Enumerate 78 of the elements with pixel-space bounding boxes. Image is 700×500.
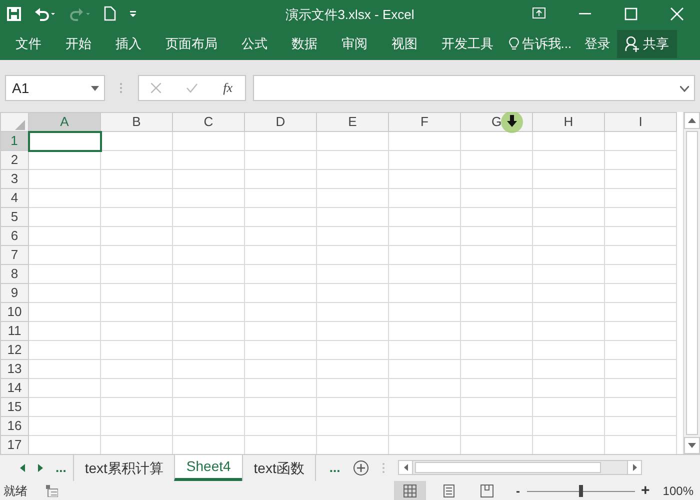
ribbon-tab[interactable]: 视图 (379, 27, 430, 60)
cursor-icon (500, 112, 524, 134)
normal-view-icon (403, 484, 418, 498)
scroll-right-icon[interactable] (38, 464, 42, 472)
ribbon-tab[interactable]: 数据 (279, 27, 330, 60)
row-header[interactable]: 12 (0, 340, 28, 360)
column-header[interactable]: F (388, 112, 460, 132)
column-header[interactable]: E (316, 112, 388, 132)
ribbon-tab[interactable]: 插入 (103, 27, 154, 60)
ribbon-tab[interactable]: 文件 (3, 27, 54, 60)
ribbon-display-icon[interactable] (532, 6, 546, 20)
column-header[interactable]: D (244, 112, 316, 132)
add-sheet-icon[interactable] (353, 460, 370, 476)
row-header[interactable]: 11 (0, 322, 28, 340)
row-header[interactable]: 17 (0, 436, 28, 454)
macro-record-icon[interactable] (46, 485, 58, 497)
ribbon-tab[interactable]: 审阅 (329, 27, 380, 60)
scroll-right-icon[interactable] (632, 464, 637, 471)
column-header[interactable]: C (172, 112, 244, 132)
customize-menu-icon[interactable] (128, 8, 136, 18)
lightbulb-icon (508, 36, 518, 50)
row-header[interactable]: 4 (0, 188, 28, 208)
row-header[interactable]: 14 (0, 378, 28, 398)
new-file-icon[interactable] (104, 6, 116, 21)
zoom-slider-thumb[interactable] (578, 485, 583, 497)
row-header[interactable]: 7 (0, 246, 28, 264)
person-icon (625, 36, 640, 52)
grip-icon (119, 82, 123, 94)
zoom-level-button[interactable]: 100% (662, 482, 694, 500)
save-icon[interactable] (6, 6, 20, 20)
zoom-in-button[interactable]: + (641, 480, 650, 500)
share-button[interactable]: 共享 (617, 30, 678, 58)
more-sheets-link[interactable]: ... (329, 458, 340, 478)
sheet-tab[interactable]: Sheet4 (174, 455, 242, 481)
horizontal-scrollbar[interactable] (398, 460, 642, 475)
tell-me-search[interactable]: 告诉我... (522, 34, 572, 54)
row-header[interactable]: 2 (0, 150, 28, 170)
view-button[interactable] (394, 481, 426, 500)
ribbon-tab[interactable]: 公式 (229, 27, 280, 60)
row-header[interactable]: 6 (0, 226, 28, 246)
column-header[interactable]: A (28, 112, 100, 132)
close-icon[interactable] (670, 6, 684, 20)
page-layout-icon (442, 484, 456, 498)
dropdown-arrow-icon[interactable] (91, 86, 99, 90)
sign-in-link[interactable]: 登录 (584, 34, 611, 54)
scroll-down-icon[interactable] (688, 443, 696, 448)
scroll-up-icon[interactable] (688, 118, 696, 123)
splitter-handle-icon[interactable] (382, 462, 386, 474)
row-header[interactable]: 8 (0, 264, 28, 284)
zoom-out-button[interactable]: - (516, 482, 520, 500)
row-header[interactable]: 9 (0, 284, 28, 302)
more-sheets-link[interactable]: ... (56, 458, 66, 478)
column-header[interactable]: B (100, 112, 172, 132)
row-header[interactable]: 16 (0, 416, 28, 436)
column-header[interactable]: H (532, 112, 604, 132)
formula-input[interactable] (252, 75, 695, 101)
active-cell[interactable] (28, 132, 100, 150)
vertical-scrollbar[interactable] (683, 112, 700, 454)
scroll-left-icon[interactable] (20, 464, 24, 472)
row-header[interactable]: 1 (0, 132, 28, 150)
row-header[interactable]: 3 (0, 170, 28, 188)
insert-function-button[interactable]: fx (223, 78, 233, 98)
row-header[interactable]: 13 (0, 360, 28, 378)
ribbon-tab[interactable]: 开发工具 (429, 27, 506, 60)
maximize-icon[interactable] (624, 6, 638, 20)
status-text: 就绪 (2, 483, 28, 500)
name-box[interactable]: A1 (5, 75, 105, 101)
scroll-left-icon[interactable] (404, 464, 408, 471)
window-title: 演示文件3.xlsx - Excel (284, 6, 416, 24)
row-header[interactable]: 10 (0, 302, 28, 322)
column-header[interactable]: I (604, 112, 676, 132)
page-break-icon (480, 484, 494, 498)
ribbon-tab[interactable]: 页面布局 (153, 27, 230, 60)
row-header[interactable]: 5 (0, 208, 28, 226)
expand-icon[interactable] (680, 86, 689, 92)
undo-icon[interactable] (34, 6, 56, 20)
row-header[interactable]: 15 (0, 398, 28, 416)
ribbon-tab[interactable]: 开始 (53, 27, 104, 60)
